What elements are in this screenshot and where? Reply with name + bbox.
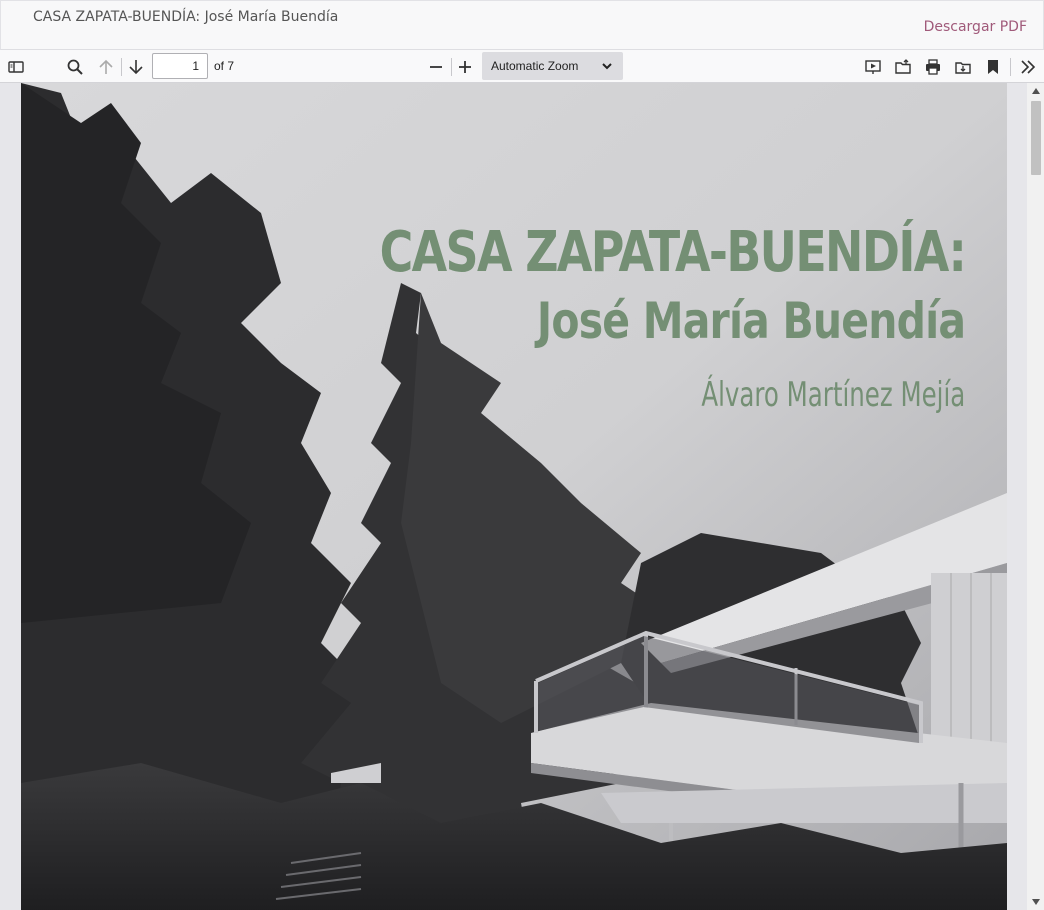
print-icon: [926, 59, 940, 75]
arrow-up-icon: [99, 59, 113, 74]
next-page-button[interactable]: [123, 54, 149, 80]
tools-menu-button[interactable]: [1015, 54, 1041, 80]
open-file-button[interactable]: [890, 54, 916, 80]
zoom-in-button[interactable]: [452, 54, 478, 80]
page-header: CASA ZAPATA-BUENDÍA: José María Buendía …: [0, 0, 1044, 50]
pdf-page: CASA ZAPATA-BUENDÍA: José María Buendía …: [21, 83, 1007, 910]
arrow-down-icon: [129, 60, 143, 75]
scroll-down-arrow-icon[interactable]: [1031, 897, 1041, 907]
toolbar-separator: [121, 58, 122, 76]
double-chevron-right-icon: [1021, 60, 1036, 74]
bookmark-icon: [988, 60, 998, 74]
cover-title-block: CASA ZAPATA-BUENDÍA: José María Buendía …: [251, 220, 966, 416]
sidebar-toggle-icon: [8, 61, 24, 73]
viewer-scrollbar[interactable]: [1027, 83, 1044, 910]
pdf-viewer[interactable]: CASA ZAPATA-BUENDÍA: José María Buendía …: [0, 83, 1044, 910]
zoom-out-button[interactable]: [423, 54, 449, 80]
download-pdf-link[interactable]: Descargar PDF: [924, 19, 1027, 35]
document-title: CASA ZAPATA-BUENDÍA: José María Buendía: [33, 9, 339, 25]
search-icon: [67, 59, 83, 75]
presentation-icon: [865, 60, 881, 74]
page-count-label: of 7: [214, 59, 235, 73]
download-icon: [955, 62, 971, 74]
cover-photo: [21, 83, 1007, 910]
cover-title-main: CASA ZAPATA-BUENDÍA:: [379, 220, 966, 285]
print-button[interactable]: [920, 54, 946, 80]
presentation-mode-button[interactable]: [860, 54, 886, 80]
open-file-icon: [895, 59, 911, 74]
toolbar-separator: [1010, 58, 1011, 76]
download-button[interactable]: [950, 54, 976, 80]
search-button[interactable]: [62, 54, 88, 80]
zoom-select[interactable]: Automatic Zoom: [482, 52, 623, 80]
zoom-select-value: Automatic Zoom: [491, 59, 579, 73]
plus-icon: [459, 61, 471, 73]
scroll-up-arrow-icon[interactable]: [1031, 86, 1041, 96]
cover-title-architect: José María Buendía: [536, 292, 966, 350]
cover-author: Álvaro Martínez Mejía: [701, 375, 965, 415]
page-number-input[interactable]: [152, 53, 208, 79]
scrollbar-thumb[interactable]: [1031, 101, 1041, 175]
bookmark-button[interactable]: [980, 54, 1006, 80]
chevron-down-icon: [602, 63, 612, 70]
sidebar-toggle-button[interactable]: [3, 54, 29, 80]
previous-page-button[interactable]: [93, 54, 119, 80]
minus-icon: [430, 66, 442, 68]
